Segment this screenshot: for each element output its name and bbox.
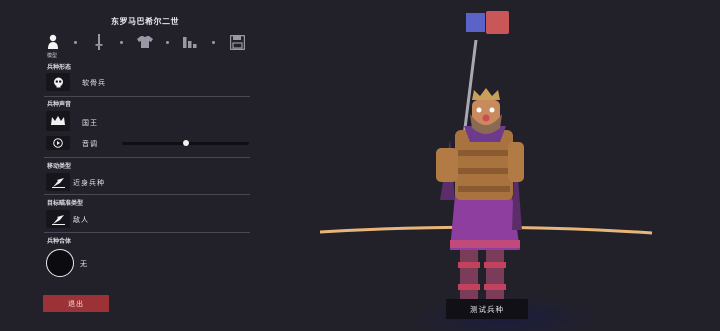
section-divider [44,157,250,158]
stats-icon [183,37,197,48]
step-model[interactable] [44,33,62,51]
unit-model-icon [48,34,58,49]
unit-name-title: 东罗马巴希尔二世 [111,17,179,26]
voice-selector-button[interactable] [46,111,70,131]
voice-value: 国王 [82,119,98,127]
step-stats[interactable] [182,33,200,51]
editor-step-nav [44,33,254,55]
form-selector-button[interactable] [46,73,70,91]
targeting-value: 敌人 [73,216,89,224]
unit-editor-panel: 东罗马巴希尔二世 模型 兵种形态 软骨兵 兵种声音 国王 音调 移动类型 近身兵… [0,0,260,331]
voice-preview-button[interactable] [46,136,70,150]
exit-button[interactable]: 退出 [43,295,109,312]
section-divider [44,96,250,97]
save-icon [229,34,245,50]
test-unit-button[interactable]: 测试兵种 [446,299,528,319]
unit-character [436,39,524,300]
step-separator [120,41,123,44]
step-armor[interactable] [136,33,154,51]
step-save[interactable] [228,33,246,51]
movement-value: 近身兵种 [73,179,105,187]
armor-icon [137,36,153,48]
play-icon [53,138,63,148]
crown-icon [51,116,65,125]
targeting-section-label: 目标瞄准类型 [47,200,84,207]
combo-section-label: 兵种合体 [47,238,72,245]
skull-icon [53,77,63,87]
pitch-slider[interactable] [122,140,249,146]
combo-selector-button[interactable] [46,249,74,277]
step-separator [212,41,215,44]
pitch-label: 音调 [82,140,98,148]
sword-icon [95,34,103,50]
movement-selector-button[interactable] [46,173,70,191]
targeting-selector-button[interactable] [46,210,70,228]
step-weapon[interactable] [90,33,108,51]
section-divider [44,232,250,233]
movement-section-label: 移动类型 [47,163,72,170]
target-icon [51,214,65,225]
team-blue-swatch[interactable] [466,13,485,32]
section-divider [44,194,250,195]
voice-section-label: 兵种声音 [47,101,72,108]
team-red-swatch[interactable] [486,11,509,34]
pitch-slider-knob[interactable] [182,140,189,146]
step-separator [74,41,77,44]
combo-value: 无 [80,260,88,268]
form-value: 软骨兵 [82,79,106,87]
step-separator [166,41,169,44]
step-model-label: 模型 [47,53,58,59]
melee-icon [51,177,65,188]
form-section-label: 兵种形态 [47,64,72,71]
